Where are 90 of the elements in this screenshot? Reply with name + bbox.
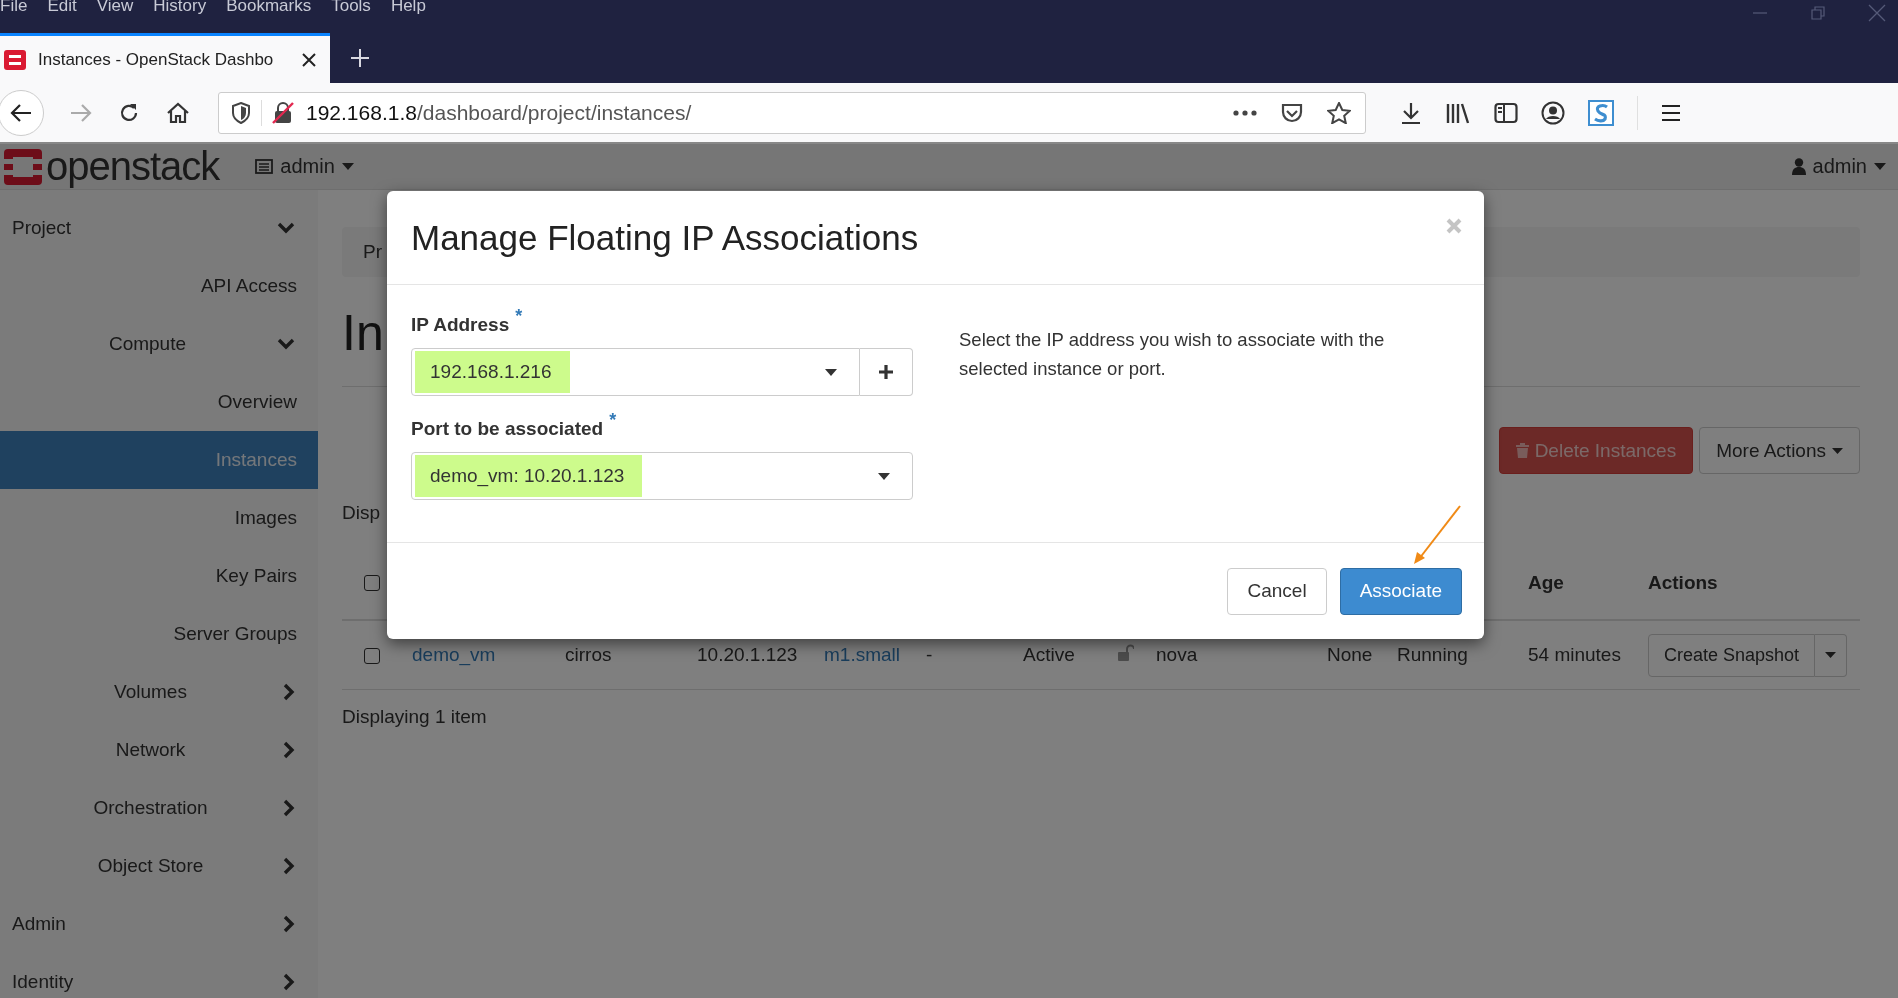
column-header: Actions — [1648, 571, 1718, 593]
more-actions-button[interactable]: More Actions — [1699, 427, 1860, 474]
breadcrumb-link[interactable]: Pr — [363, 241, 382, 263]
list-icon — [255, 159, 274, 174]
caret-icon — [1832, 447, 1843, 454]
table-cell: cirros — [565, 644, 612, 665]
trash-icon — [1515, 443, 1529, 458]
caret-icon — [1874, 163, 1886, 170]
sidebar-group[interactable]: Compute — [0, 315, 318, 373]
openstack-logo-icon — [4, 148, 42, 185]
checkbox[interactable] — [364, 575, 380, 592]
address-bar[interactable]: 192.168.1.8/dashboard/project/instances/ — [218, 91, 1366, 134]
download-icon[interactable] — [1400, 101, 1422, 124]
caret-icon — [341, 163, 354, 170]
create-snapshot-button[interactable]: Create Snapshot — [1648, 633, 1816, 677]
table-cell: Running — [1397, 644, 1468, 665]
chevron-right-icon — [283, 741, 295, 759]
url-text: 192.168.1.8/dashboard/project/instances/ — [306, 100, 692, 125]
user-icon — [1791, 158, 1806, 175]
add-button[interactable] — [860, 348, 913, 396]
account-icon[interactable] — [1541, 100, 1565, 125]
table-link[interactable]: demo_vm — [412, 644, 496, 665]
sidebar-group[interactable]: Object Store — [0, 837, 318, 895]
help-text: Select the IP address you wish to associate with the selected instance or port. — [959, 328, 1386, 381]
checkbox[interactable] — [364, 648, 380, 664]
sidebar-item[interactable]: API Access — [0, 257, 318, 315]
chevron-right-icon — [283, 857, 295, 875]
caret-icon — [1825, 652, 1837, 658]
tab-title: Instances - OpenStack Dashbo — [38, 49, 275, 70]
menu-icon[interactable] — [1661, 103, 1681, 122]
shield-icon — [231, 101, 251, 124]
sidebar-group[interactable]: Project — [0, 199, 318, 257]
table-cell: 54 minutes — [1528, 644, 1621, 665]
insecure-lock-icon — [272, 101, 294, 124]
item-count: Displaying 1 item — [342, 706, 488, 728]
sidebar-item[interactable]: Server Groups — [0, 605, 318, 663]
plus-icon — [878, 364, 894, 380]
logo-text: openstack — [46, 144, 220, 189]
sidebar-group[interactable]: Network — [0, 721, 318, 779]
sidebar-item[interactable]: Key Pairs — [0, 547, 318, 605]
cancel-button[interactable]: Cancel — [1227, 567, 1327, 615]
home-icon[interactable] — [166, 101, 190, 124]
table-cell: None — [1327, 644, 1373, 665]
caret-icon — [825, 368, 837, 376]
unlocked-padlock-icon — [1118, 644, 1134, 661]
table-cell: nova — [1156, 644, 1198, 665]
table-cell: Active — [1023, 644, 1075, 665]
required-mark: * — [515, 306, 523, 327]
more-icon[interactable] — [1233, 109, 1257, 116]
pocket-icon[interactable] — [1281, 102, 1303, 123]
browser-tab[interactable]: Instances - OpenStack Dashbo — [0, 33, 330, 83]
openstack-logo-icon — [4, 49, 26, 70]
dialog-title: Manage Floating IP Associations — [411, 217, 920, 258]
required-mark: * — [609, 410, 617, 431]
chevron-right-icon — [283, 683, 295, 701]
chevron-down-icon — [277, 222, 295, 234]
chevron-right-icon — [283, 799, 295, 817]
back-button[interactable] — [0, 89, 44, 136]
reload-icon[interactable] — [118, 101, 140, 124]
back-arrow-icon — [10, 102, 32, 123]
sidebar-icon[interactable] — [1494, 101, 1518, 124]
table-link[interactable]: m1.small — [824, 644, 900, 665]
sidebar-group[interactable]: Orchestration — [0, 779, 318, 837]
library-icon[interactable] — [1445, 101, 1471, 124]
table-cell: 10.20.1.123 — [697, 644, 798, 665]
chevron-right-icon — [283, 915, 295, 933]
select-field[interactable]: demo_vm: 10.20.1.123 — [411, 452, 913, 500]
item-count: Disp — [342, 502, 380, 525]
field-label: IP Address — [411, 314, 510, 336]
close-icon[interactable] — [302, 52, 316, 67]
new-tab-icon[interactable] — [350, 48, 370, 68]
user-menu[interactable]: admin — [1791, 155, 1886, 178]
sidebar-group[interactable]: Identity — [0, 953, 318, 998]
sidebar-group[interactable]: Admin — [0, 895, 318, 953]
table-cell: - — [926, 644, 933, 665]
column-header: Age — [1528, 571, 1564, 593]
project-menu[interactable]: admin — [255, 155, 354, 178]
chevron-down-icon — [277, 338, 295, 350]
extension-icon[interactable] — [1588, 99, 1614, 126]
chevron-right-icon — [283, 973, 295, 991]
select-field[interactable]: 192.168.1.216 — [411, 348, 860, 396]
star-icon[interactable] — [1327, 101, 1351, 124]
dropdown-toggle-button[interactable] — [1815, 633, 1848, 677]
associate-button[interactable]: Associate — [1339, 567, 1462, 615]
sidebar-item[interactable]: Images — [0, 489, 318, 547]
sidebar-group[interactable]: Volumes — [0, 663, 318, 721]
caret-icon — [878, 472, 890, 480]
field-label: Port to be associated — [411, 418, 604, 440]
sidebar-item[interactable]: Instances — [0, 431, 318, 489]
sidebar-item[interactable]: Overview — [0, 373, 318, 431]
